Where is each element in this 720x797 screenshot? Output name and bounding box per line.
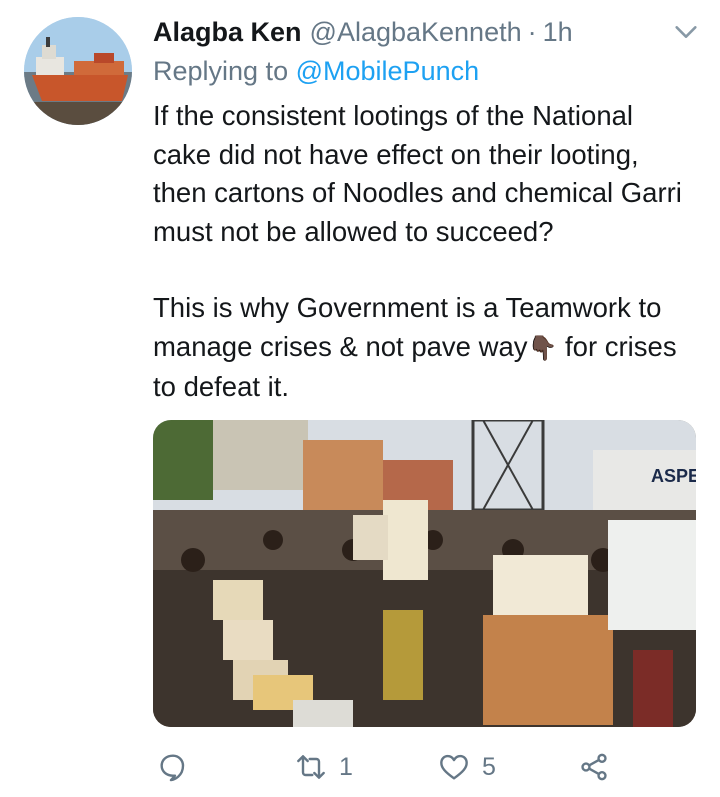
like-button[interactable]: 5 [438,746,496,788]
like-icon [440,754,468,780]
sign-text: ASPE [651,466,696,486]
tweet-photo[interactable]: ASPE [153,420,696,727]
retweet-button[interactable]: 1 [295,746,353,788]
ship-avatar-image [24,17,132,125]
separator-dot: · [527,16,537,47]
replying-prefix: Replying to [153,56,289,86]
tweet-header: Alagba Ken @AlagbaKenneth · 1h [153,14,700,50]
retweet-icon [297,755,325,779]
replying-to-line: Replying to @MobilePunch [153,56,479,87]
crowd-photo-image: ASPE [153,420,696,727]
tweet-text: If the consistent lootings of the Nation… [153,97,698,407]
pointing-down-emoji: 👇🏿 [527,334,558,362]
share-button[interactable] [578,746,610,788]
author-name[interactable]: Alagba Ken [153,17,302,48]
reply-button[interactable] [157,746,201,788]
share-icon [581,753,607,781]
replying-to-mention[interactable]: @MobilePunch [296,56,480,86]
retweet-count: 1 [339,752,353,781]
tweet-paragraph-2: This is why Government is a Teamwork to … [153,289,698,407]
author-handle[interactable]: @AlagbaKenneth [310,17,522,48]
chevron-down-icon[interactable] [672,18,700,46]
avatar[interactable] [24,17,132,125]
tweet-paragraph-1: If the consistent lootings of the Nation… [153,100,682,247]
reply-icon [160,754,185,782]
tweet-actions: 1 5 [153,746,673,788]
like-count: 5 [482,752,496,781]
tweet-time[interactable]: 1h [543,17,573,48]
